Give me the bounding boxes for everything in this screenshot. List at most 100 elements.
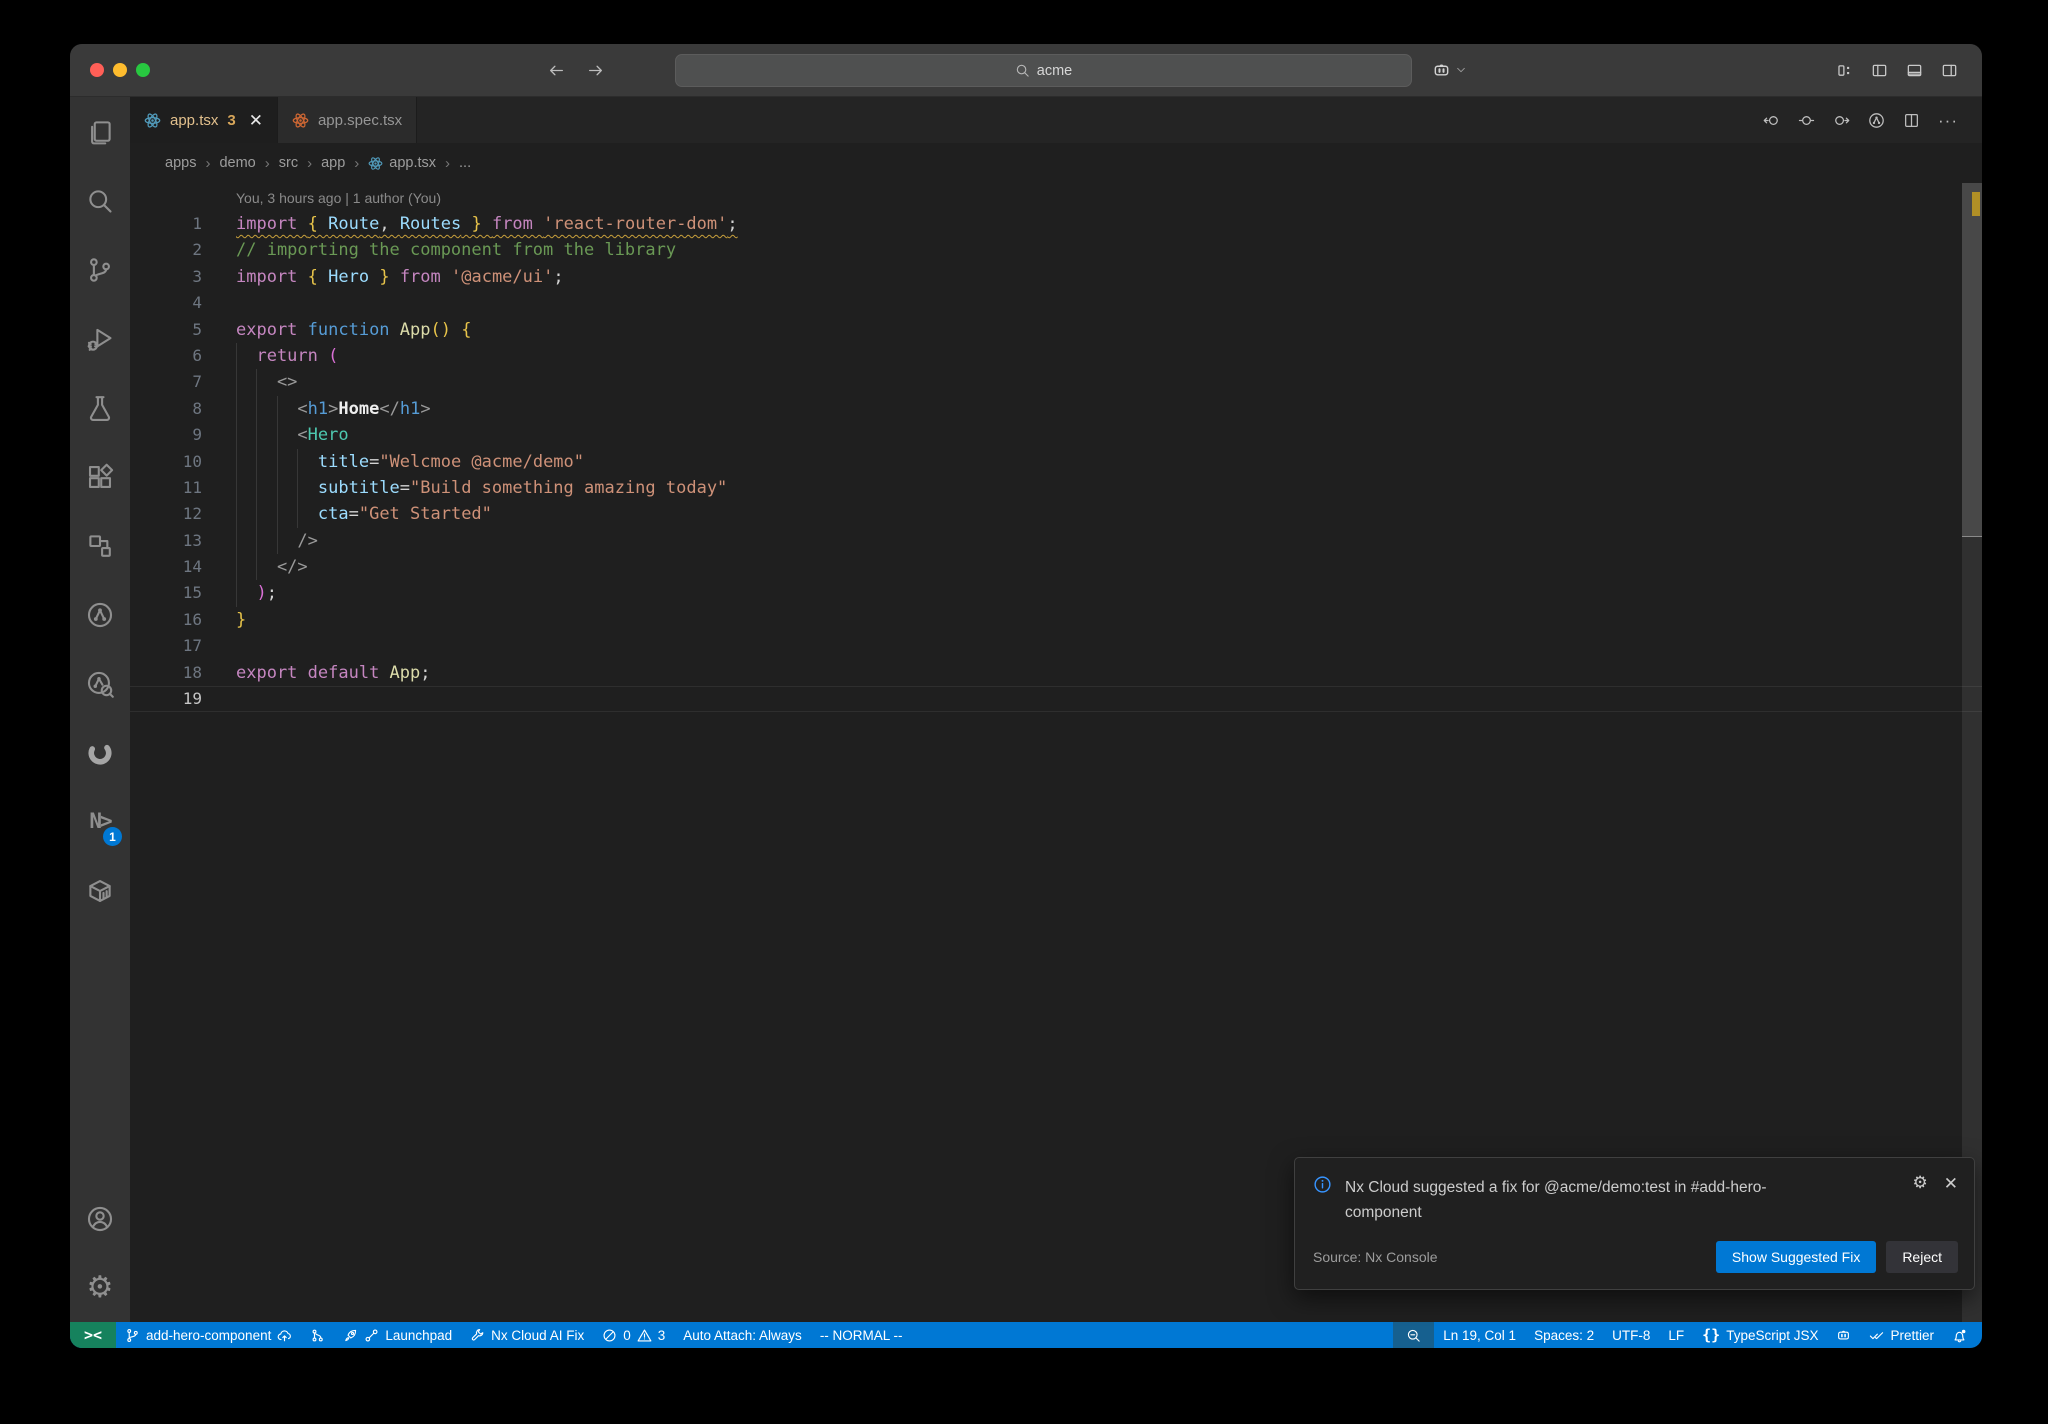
status-prettier[interactable]: Prettier — [1860, 1322, 1943, 1348]
code-text: <h1>Home</h1> — [202, 395, 431, 423]
code-line-18[interactable]: 18 export default App; — [130, 660, 1982, 686]
copilot-menu-button[interactable] — [1432, 44, 1467, 96]
code-line-4[interactable]: 4 — [130, 290, 1982, 316]
activity-item-search[interactable] — [70, 166, 130, 235]
code-line-17[interactable]: 17 — [130, 633, 1982, 659]
toggle-primary-sidebar-icon[interactable] — [1871, 62, 1888, 79]
editor-scrollbar[interactable] — [1962, 183, 1982, 1322]
reject-button[interactable]: Reject — [1886, 1241, 1958, 1273]
status-remote-indicator[interactable]: >< — [70, 1322, 116, 1348]
tab-close-icon[interactable]: ✕ — [249, 112, 263, 129]
code-line-6[interactable]: 6 return ( — [130, 342, 1982, 370]
toggle-secondary-sidebar-icon[interactable] — [1941, 62, 1958, 79]
show-suggested-fix-button[interactable]: Show Suggested Fix — [1715, 1241, 1877, 1273]
line-number: 18 — [182, 662, 202, 682]
code-line-13[interactable]: 13 /> — [130, 527, 1982, 555]
search-icon — [1015, 63, 1030, 78]
status-commit-graph[interactable] — [301, 1322, 334, 1348]
breadcrumb-label: src — [278, 155, 299, 171]
status-vim-mode[interactable]: -- NORMAL -- — [811, 1322, 912, 1348]
status-indentation[interactable]: Spaces: 2 — [1525, 1322, 1603, 1348]
status-text: LF — [1668, 1327, 1685, 1343]
toggle-panel-icon[interactable] — [1906, 62, 1923, 79]
more-actions-icon[interactable]: ··· — [1938, 112, 1958, 129]
activity-item-settings[interactable]: ⚙ — [70, 1253, 130, 1322]
code-line-3[interactable]: 3 import { Hero } from '@acme/ui'; — [130, 264, 1982, 290]
code-line-11[interactable]: 11 subtitle="Build something amazing tod… — [130, 474, 1982, 502]
notification-close-icon[interactable]: ✕ — [1944, 1175, 1958, 1192]
status-launchpad[interactable]: Launchpad — [334, 1322, 461, 1348]
breadcrumb-item-apps[interactable]: apps — [165, 155, 196, 171]
activity-item-project-graph-search[interactable] — [70, 649, 130, 718]
code-editor[interactable]: You, 3 hours ago | 1 author (You) 1 impor… — [130, 183, 1982, 1322]
customize-layout-icon[interactable] — [1836, 62, 1853, 79]
code-line-9[interactable]: 9 <Hero — [130, 422, 1982, 449]
code-line-8[interactable]: 8 <h1>Home</h1> — [130, 395, 1982, 423]
breadcrumb-item-src[interactable]: src — [279, 155, 298, 171]
react-icon — [368, 156, 383, 171]
link-icon — [364, 1328, 379, 1343]
activity-item-container-tools[interactable] — [70, 856, 130, 925]
code-line-1[interactable]: 1 import { Route, Routes } from 'react-ro… — [130, 211, 1982, 237]
code-text: // importing the component from the libr… — [236, 240, 677, 261]
nav-forward-circle-icon[interactable] — [1833, 112, 1850, 129]
code-line-5[interactable]: 5 export function App() { — [130, 317, 1982, 343]
breadcrumb-item-demo[interactable]: demo — [219, 155, 255, 171]
activity-item-extensions[interactable] — [70, 442, 130, 511]
code-line-14[interactable]: 14 </> — [130, 554, 1982, 581]
status-auto-attach[interactable]: Auto Attach: Always — [674, 1322, 811, 1348]
tab-app.spec.tsx[interactable]: app.spec.tsx — [277, 97, 418, 143]
breadcrumb-item-app.tsx[interactable]: app.tsx — [368, 155, 436, 171]
code-line-10[interactable]: 10 title="Welcmoe @acme/demo" — [130, 448, 1982, 475]
close-window-button[interactable] — [90, 63, 104, 77]
code-line-15[interactable]: 15 ); — [130, 580, 1982, 607]
activity-item-project-graph[interactable] — [70, 580, 130, 649]
activity-item-edge-browser[interactable] — [70, 718, 130, 787]
code-line-12[interactable]: 12 cta="Get Started" — [130, 501, 1982, 528]
scrollbar-thumb[interactable] — [1962, 183, 1982, 537]
activity-item-source-control[interactable] — [70, 235, 130, 304]
vscode-window: acme N> 1 ⚙ app.tsx 3 ✕ app.spec.tsx ··· apps… — [70, 44, 1982, 1348]
status-copilot[interactable] — [1827, 1322, 1860, 1348]
notification-settings-icon[interactable]: ⚙ — [1913, 1174, 1928, 1192]
line-number: 3 — [192, 266, 202, 286]
tab-app.tsx[interactable]: app.tsx 3 ✕ — [130, 97, 278, 143]
breadcrumb-separator: › — [205, 154, 211, 172]
status-git-branch[interactable]: add-hero-component — [116, 1322, 301, 1348]
command-center-search[interactable]: acme — [675, 54, 1412, 87]
activity-item-nx-console[interactable]: N> 1 — [70, 787, 130, 856]
git-branch-icon — [125, 1328, 140, 1343]
status-problems[interactable]: 03 — [593, 1322, 674, 1348]
graph-circle-icon — [86, 601, 114, 629]
activity-item-run-and-debug[interactable] — [70, 304, 130, 373]
activity-item-references[interactable] — [70, 511, 130, 580]
status-encoding[interactable]: UTF-8 — [1603, 1322, 1659, 1348]
graph-circle-icon[interactable] — [1868, 112, 1885, 129]
nav-dot-circle-icon[interactable] — [1798, 112, 1815, 129]
nav-back-circle-icon[interactable] — [1763, 112, 1780, 129]
zoom-window-button[interactable] — [136, 63, 150, 77]
activity-item-explorer[interactable] — [70, 97, 130, 166]
forward-arrow-icon[interactable] — [587, 62, 604, 79]
status-notifications[interactable] — [1943, 1322, 1976, 1348]
status-zoom-level[interactable] — [1393, 1322, 1435, 1348]
account-icon — [86, 1205, 114, 1233]
code-line-7[interactable]: 7 <> — [130, 369, 1982, 396]
breadcrumb-label: ... — [459, 155, 472, 171]
code-line-2[interactable]: 2 // importing the component from the lib… — [130, 237, 1982, 263]
activity-item-testing[interactable] — [70, 373, 130, 442]
status-bar: >< add-hero-component Launchpad Nx Cloud AI… — [70, 1322, 1982, 1348]
code-line-16[interactable]: 16} — [130, 607, 1982, 633]
status-language-mode[interactable]: {} TypeScript JSX — [1693, 1322, 1827, 1348]
status-cursor-position[interactable]: Ln 19, Col 1 — [1434, 1322, 1525, 1348]
status-eol[interactable]: LF — [1659, 1322, 1693, 1348]
split-editor-icon[interactable] — [1903, 112, 1920, 129]
activity-item-accounts[interactable] — [70, 1184, 130, 1253]
minimize-window-button[interactable] — [113, 63, 127, 77]
breadcrumb-item-...[interactable]: ... — [459, 155, 471, 171]
status-nx-cloud-ai-fix[interactable]: Nx Cloud AI Fix — [461, 1322, 593, 1348]
line-number: 7 — [192, 372, 202, 392]
back-arrow-icon[interactable] — [548, 62, 565, 79]
code-line-19[interactable]: 19 — [130, 686, 1982, 712]
breadcrumb-item-app[interactable]: app — [321, 155, 345, 171]
